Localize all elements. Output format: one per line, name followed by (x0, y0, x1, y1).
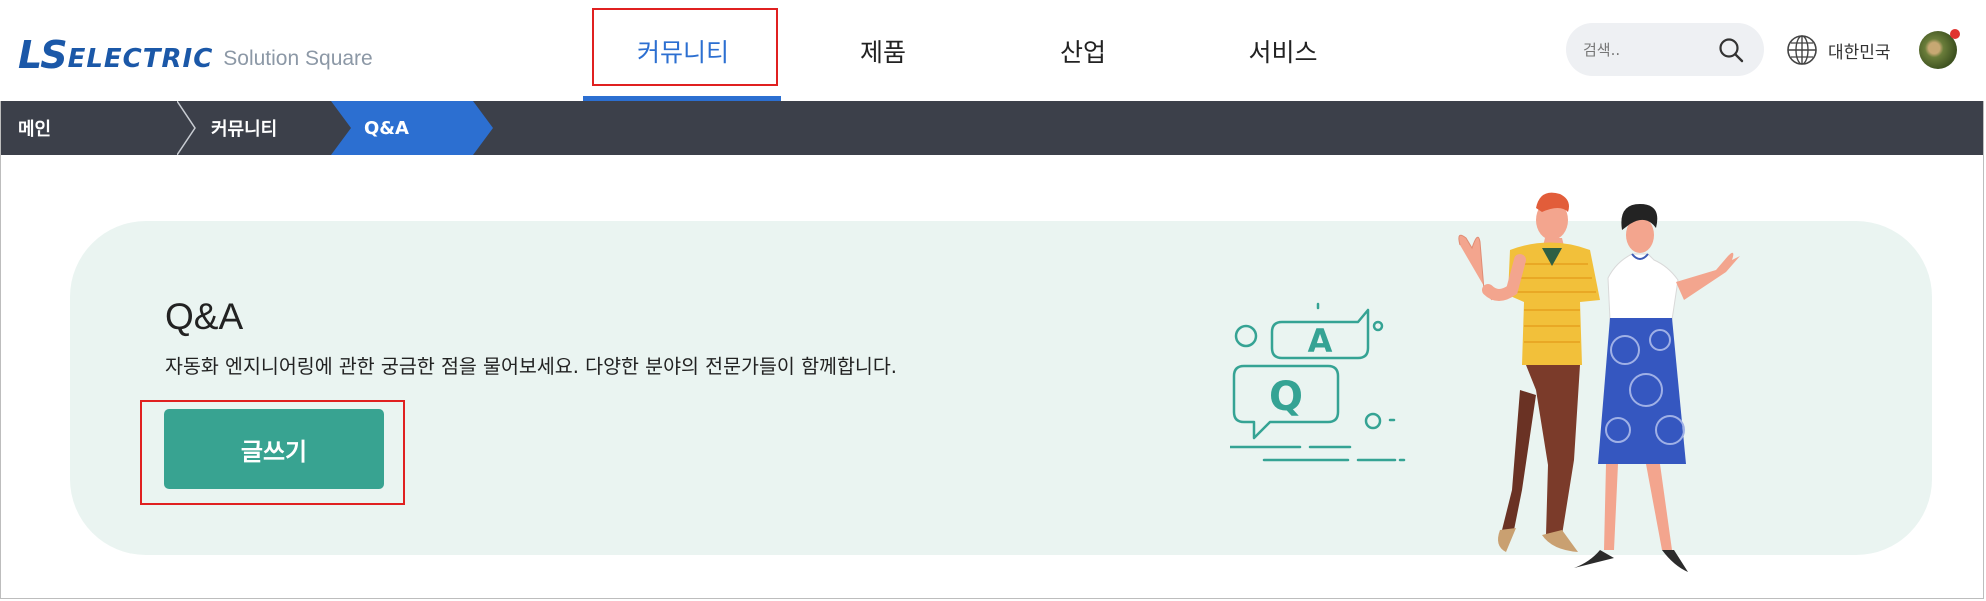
search-box[interactable] (1566, 23, 1764, 76)
language-label: 대한민국 (1828, 42, 1891, 63)
top-header: LS ELECTRIC Solution Square 커뮤니티 제품 산업 서… (0, 0, 1986, 101)
logo-ls-text: LS (18, 33, 68, 77)
illustration-letter-q: Q (1269, 374, 1303, 420)
language-selector[interactable]: 대한민국 (1786, 34, 1891, 66)
highlight-box-community (592, 8, 778, 86)
breadcrumb-item-community[interactable]: 커뮤니티 (211, 101, 277, 155)
breadcrumb-separator (177, 101, 196, 155)
nav-item-label: 서비스 (1248, 37, 1318, 67)
search-input[interactable] (1581, 39, 1705, 60)
nav-item-products[interactable]: 제품 (783, 0, 983, 101)
people-waving-illustration (1458, 192, 1740, 572)
nav-item-services[interactable]: 서비스 (1183, 0, 1383, 101)
user-avatar[interactable] (1919, 29, 1960, 69)
page-description: 자동화 엔지니어링에 관한 궁금한 점을 물어보세요. 다양한 분야의 전문가들… (165, 355, 897, 378)
logo-subtitle: Solution Square (223, 47, 373, 70)
search-icon[interactable] (1718, 37, 1744, 63)
breadcrumb-active-background (331, 101, 493, 155)
highlight-box-write-button (140, 400, 405, 505)
nav-item-label: 제품 (859, 37, 906, 67)
illustration-letter-a: A (1308, 322, 1333, 360)
breadcrumb-item-qa[interactable]: Q&A (364, 101, 409, 155)
breadcrumb-item-main[interactable]: 메인 (18, 101, 51, 155)
logo-electric-text: ELECTRIC (67, 44, 214, 74)
globe-icon (1787, 35, 1817, 65)
notification-dot (1950, 29, 1960, 39)
page-title: Q&A (165, 296, 244, 337)
nav-item-label: 산업 (1059, 37, 1106, 67)
breadcrumb: 메인 커뮤니티 Q&A (1, 101, 1983, 155)
ls-electric-logo[interactable]: LS ELECTRIC Solution Square (18, 34, 373, 74)
qa-chat-bubbles-illustration: A Q (1230, 302, 1406, 462)
nav-item-industry[interactable]: 산업 (983, 0, 1183, 101)
